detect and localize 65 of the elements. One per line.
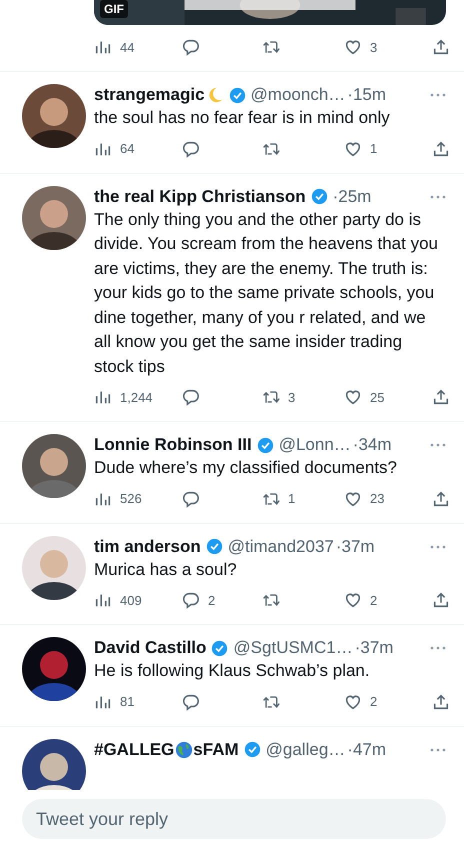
reply-icon[interactable] [182, 38, 200, 56]
like-icon[interactable] [344, 38, 362, 56]
share-icon[interactable] [432, 490, 450, 508]
like-count: 25 [370, 390, 384, 404]
reply-icon[interactable] [182, 140, 200, 158]
view-count: 81 [120, 694, 134, 709]
share-icon[interactable] [432, 140, 450, 158]
reply-icon[interactable] [182, 692, 200, 710]
reply-icon[interactable] [182, 490, 200, 508]
share-icon[interactable] [432, 692, 450, 710]
like-count: 2 [370, 694, 378, 709]
like-icon[interactable] [344, 692, 362, 710]
user-name: tim anderson [94, 536, 201, 556]
view-count: 44 [120, 40, 134, 54]
timestamp: ·15m [347, 85, 386, 105]
gif-badge: GIF [100, 0, 128, 18]
user-name: the real Kipp Christianson [94, 186, 306, 206]
timestamp: ·37m [354, 638, 394, 658]
tweet-text: the soul has no fear fear is in mind only [94, 107, 391, 129]
tweet-text: He is following Klaus Schwab’s plan. [94, 660, 371, 682]
like-count: 23 [370, 491, 384, 506]
reply-field[interactable]: Tweet your reply [22, 799, 446, 839]
like-icon[interactable] [344, 591, 362, 609]
more-icon[interactable] [430, 748, 446, 752]
user-handle: @galleg… [266, 740, 346, 760]
like-count: 2 [370, 592, 378, 608]
timestamp: ·25m [332, 186, 372, 206]
like-icon[interactable] [344, 140, 362, 158]
timestamp: ·34m [352, 435, 392, 455]
user-name: Lonnie Robinson III [94, 435, 252, 455]
more-icon[interactable] [430, 443, 446, 447]
reply-icon[interactable] [182, 591, 200, 609]
share-icon[interactable] [432, 38, 450, 56]
user-handle: @moonch… [250, 85, 346, 105]
tweet-text: The only thing you and the other party do is divide. You scream from the heavens that you are victims, they are the enemy. The truth is: your kids go to the same private schools, you dine together, many of you r related, and we all know you get the same insider trading stock tips [94, 208, 439, 378]
more-icon[interactable] [430, 646, 446, 650]
like-icon[interactable] [344, 388, 362, 406]
user-handle: @SgtUSMC1… [233, 638, 353, 658]
like-icon[interactable] [344, 490, 362, 508]
view-count: 409 [120, 592, 142, 608]
reply-count: 2 [208, 592, 216, 608]
retweet-count: 3 [288, 390, 296, 404]
tweet-text: Murica has a soul? [94, 558, 238, 580]
user-handle: @timand2037 [228, 536, 334, 556]
user-name: #GALLEG [94, 740, 174, 760]
timestamp: ·47m [347, 740, 386, 760]
globe-icon [175, 740, 194, 758]
like-count: 3 [370, 40, 378, 54]
share-icon[interactable] [432, 388, 450, 406]
view-count: 64 [120, 141, 134, 156]
timestamp: ·37m [336, 536, 375, 556]
user-handle: @Lonn… [278, 435, 351, 455]
user-name: strangemagic [94, 85, 205, 105]
like-count: 1 [370, 141, 378, 156]
user-name: sFAM [193, 740, 239, 760]
user-name: David Castillo [94, 638, 206, 658]
more-icon[interactable] [430, 544, 446, 548]
share-icon[interactable] [432, 591, 450, 609]
more-icon[interactable] [430, 194, 446, 198]
retweet-count: 1 [288, 491, 296, 506]
reply-icon[interactable] [182, 388, 200, 406]
view-count: 1,244 [120, 390, 153, 404]
view-count: 526 [120, 491, 142, 506]
more-icon[interactable] [430, 93, 446, 97]
tweet-text: Dude where’s my classified documents? [94, 457, 398, 479]
